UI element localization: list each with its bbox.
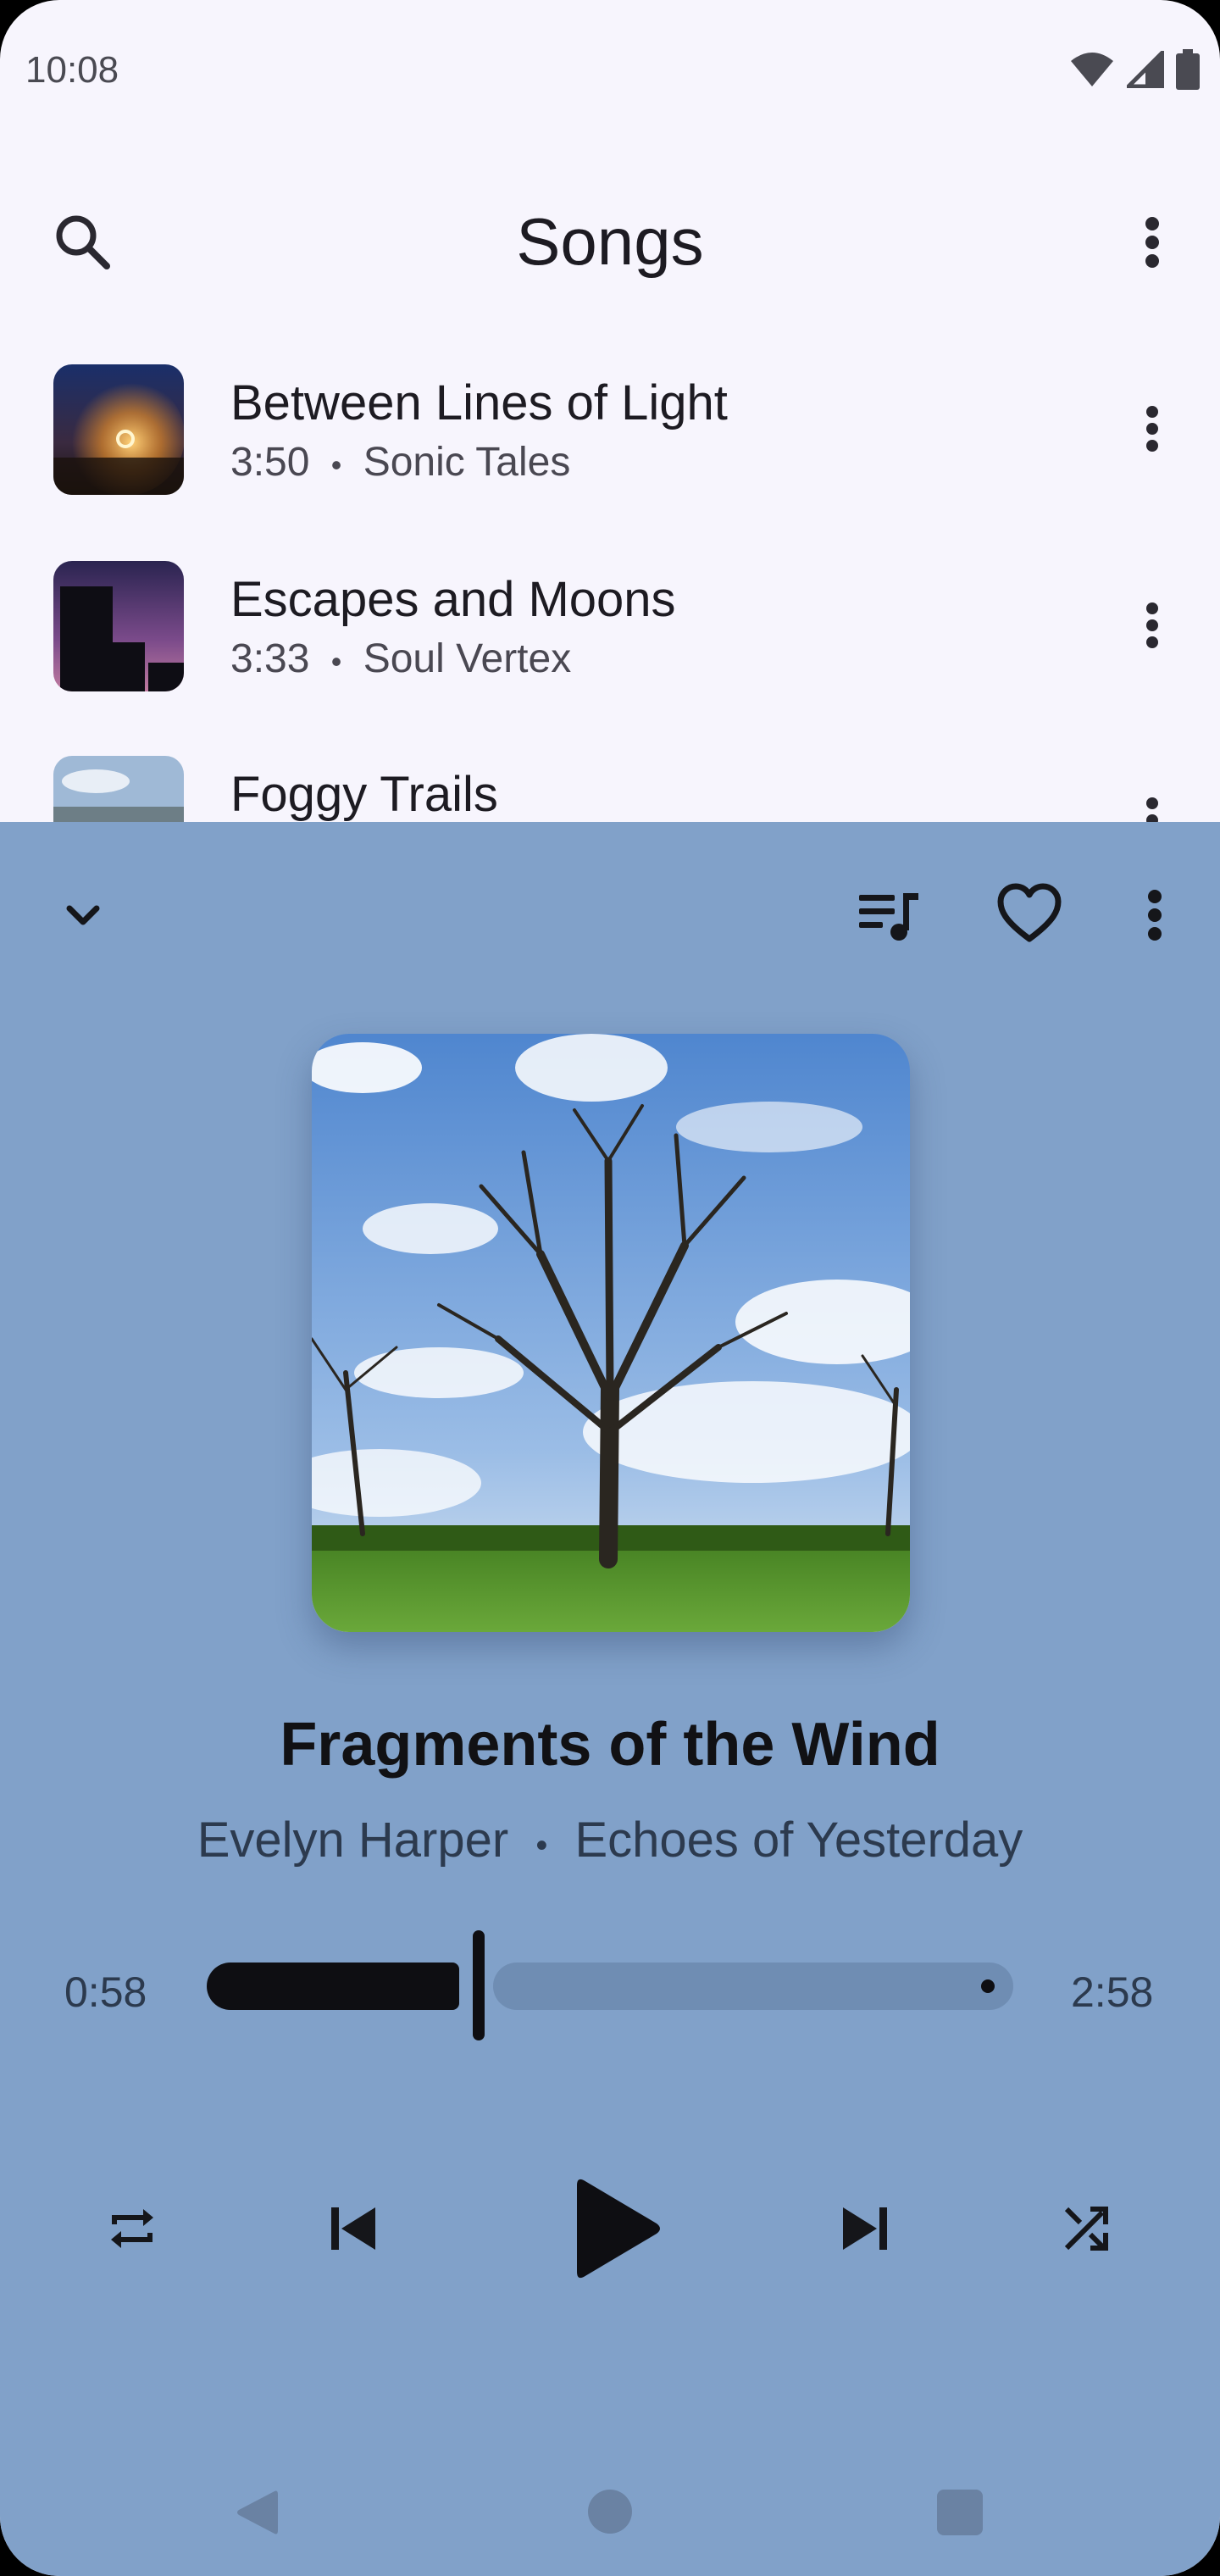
queue-button[interactable] [846,873,930,958]
skip-previous-icon [331,2207,375,2250]
song-artwork [53,364,184,495]
player-overflow-button[interactable] [1112,873,1197,958]
total-time: 2:58 [1071,1968,1154,2016]
subtitle-separator: • [535,1827,548,1864]
back-icon[interactable] [232,2486,280,2539]
repeat-button[interactable] [90,2186,175,2271]
slider-stop-indicator [981,1979,995,1993]
slider-inactive-track [493,1963,1013,2010]
home-icon[interactable] [588,2490,632,2534]
slider-thumb[interactable] [473,1930,485,2040]
track-artist[interactable]: Evelyn Harper [197,1813,508,1868]
favorite-button[interactable] [987,873,1072,958]
more-vert-icon [1148,890,1162,941]
elapsed-time: 0:58 [64,1968,147,2016]
queue-music-icon [859,893,918,941]
song-title: Between Lines of Light [230,375,728,430]
recents-icon[interactable] [937,2490,983,2535]
song-meta: 3:50 • Sonic Tales [230,439,570,486]
song-title: Escapes and Moons [230,572,676,627]
status-bar: 10:08 [0,0,1220,144]
album-artwork [312,1034,910,1632]
overflow-menu-button[interactable] [1118,208,1186,276]
song-overflow-button[interactable] [1118,395,1186,463]
play-button[interactable] [559,2169,678,2288]
more-vert-icon [1145,217,1159,268]
song-artist: Sonic Tales [363,440,571,485]
song-artist: Soul Vertex [363,636,572,681]
repeat-icon [111,2209,153,2248]
heart-outline-icon [997,883,1062,942]
track-album[interactable]: Echoes of Yesterday [574,1813,1023,1868]
song-meta: 3:33 • Soul Vertex [230,636,571,682]
meta-separator: • [330,447,342,482]
chevron-down-icon [66,905,100,925]
status-time: 10:08 [25,49,119,91]
list-item[interactable]: Between Lines of Light 3:50 • Sonic Tale… [0,364,1220,559]
next-button[interactable] [824,2186,908,2271]
skip-next-icon [843,2207,887,2250]
cellular-icon [1127,51,1164,88]
system-navigation-bar [0,2457,1220,2576]
status-icons [1069,49,1200,90]
list-item[interactable]: Escapes and Moons 3:33 • Soul Vertex [0,561,1220,756]
play-icon [577,2179,660,2279]
track-subtitle: Evelyn Harper • Echoes of Yesterday [0,1812,1220,1868]
song-duration: 3:33 [230,636,310,681]
more-vert-icon [1146,406,1158,452]
song-duration: 3:50 [230,440,310,485]
wifi-icon [1071,53,1113,86]
now-playing-sheet: Fragments of the Wind Evelyn Harper • Ec… [0,822,1220,2576]
slider-active-track [207,1963,459,2010]
player-toolbar [0,864,1220,966]
song-artwork [53,561,184,691]
shuffle-button[interactable] [1044,2186,1128,2271]
top-app-bar: Songs [0,169,1220,314]
collapse-button[interactable] [41,873,125,958]
battery-icon [1176,49,1200,90]
seek-slider[interactable] [207,1930,1013,2040]
page-title: Songs [516,204,704,279]
track-title: Fragments of the Wind [280,1711,940,1779]
more-vert-icon [1146,602,1158,648]
song-overflow-button[interactable] [1118,591,1186,659]
phone-screen: 10:08 Songs Between Lines of Light 3:50 … [0,0,1220,2576]
meta-separator: • [330,644,342,679]
shuffle-icon [1064,2207,1108,2251]
previous-button[interactable] [310,2186,395,2271]
song-title: Foggy Trails [230,767,498,822]
playback-controls [0,2152,1220,2322]
